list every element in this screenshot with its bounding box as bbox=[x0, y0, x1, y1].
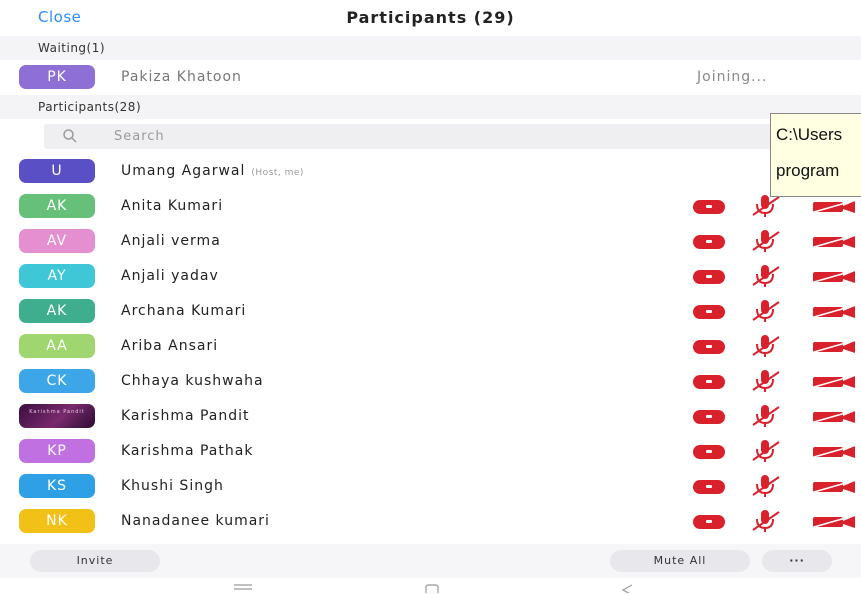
participant-name: Nanadanee kumari bbox=[121, 513, 270, 529]
search-input[interactable] bbox=[114, 127, 714, 145]
participant-name: Karishma Pathak bbox=[121, 443, 254, 459]
more-button[interactable]: ··· bbox=[762, 550, 832, 572]
tooltip-line-1: C:\Users bbox=[776, 125, 843, 144]
tooltip-line-2: program bbox=[776, 161, 840, 180]
bottom-toolbar: Invite Mute All ··· bbox=[0, 544, 861, 578]
participant-row[interactable]: Karishma Pandit Karishma Pandit bbox=[0, 399, 861, 434]
muted-mic-icon[interactable] bbox=[747, 508, 783, 534]
video-off-icon[interactable] bbox=[810, 478, 861, 494]
alert-badge-icon bbox=[693, 305, 725, 319]
participants-section-header: Participants(28) bbox=[0, 95, 861, 119]
alert-badge-icon bbox=[693, 445, 725, 459]
video-off-icon[interactable] bbox=[810, 303, 861, 319]
muted-mic-icon[interactable] bbox=[747, 228, 783, 254]
home-nav-icon[interactable] bbox=[425, 584, 439, 593]
participant-name: Anjali yadav bbox=[121, 268, 219, 284]
participant-row[interactable]: NK Nanadanee kumari bbox=[0, 504, 861, 539]
mute-all-button[interactable]: Mute All bbox=[610, 550, 750, 572]
video-off-icon[interactable] bbox=[810, 198, 861, 214]
alert-badge-icon bbox=[693, 375, 725, 389]
avatar: AA bbox=[19, 334, 95, 358]
video-off-icon[interactable] bbox=[810, 513, 861, 529]
host-role-label: (Host, me) bbox=[251, 168, 304, 178]
video-off-icon[interactable] bbox=[810, 373, 861, 389]
avatar: AV bbox=[19, 229, 95, 253]
participant-row[interactable]: AA Ariba Ansari bbox=[0, 329, 861, 364]
video-off-icon[interactable] bbox=[810, 338, 861, 354]
alert-badge-icon bbox=[693, 340, 725, 354]
participant-row[interactable]: CK Chhaya kushwaha bbox=[0, 364, 861, 399]
participant-row-host[interactable]: U Umang Agarwal (Host, me) bbox=[0, 154, 861, 189]
avatar-photo: Karishma Pandit bbox=[19, 404, 95, 428]
video-off-icon[interactable] bbox=[810, 268, 861, 284]
video-off-icon[interactable] bbox=[810, 408, 861, 424]
participant-row[interactable]: KS Khushi Singh bbox=[0, 469, 861, 504]
avatar: U bbox=[19, 159, 95, 183]
avatar: CK bbox=[19, 369, 95, 393]
back-nav-icon[interactable] bbox=[620, 584, 634, 593]
participant-name: Ariba Ansari bbox=[121, 338, 219, 354]
muted-mic-icon[interactable] bbox=[747, 438, 783, 464]
muted-mic-icon[interactable] bbox=[747, 333, 783, 359]
avatar: PK bbox=[19, 65, 95, 89]
path-tooltip: C:\Users program bbox=[770, 113, 861, 197]
muted-mic-icon[interactable] bbox=[747, 368, 783, 394]
participant-name: Umang Agarwal (Host, me) bbox=[121, 163, 304, 179]
avatar: AK bbox=[19, 299, 95, 323]
participant-row[interactable]: AK Archana Kumari bbox=[0, 294, 861, 329]
participant-row[interactable]: KP Karishma Pathak bbox=[0, 434, 861, 469]
participant-name: Karishma Pandit bbox=[121, 408, 250, 424]
participant-name: Pakiza Khatoon bbox=[121, 69, 242, 85]
invite-button[interactable]: Invite bbox=[30, 550, 160, 572]
alert-badge-icon bbox=[693, 480, 725, 494]
video-off-icon[interactable] bbox=[810, 443, 861, 459]
participants-section-label: Participants(28) bbox=[38, 100, 142, 114]
participant-name: Khushi Singh bbox=[121, 478, 224, 494]
menu-nav-icon[interactable] bbox=[232, 584, 254, 593]
participant-row[interactable]: AK Anita Kumari bbox=[0, 189, 861, 224]
participant-name: Archana Kumari bbox=[121, 303, 247, 319]
alert-badge-icon bbox=[693, 235, 725, 249]
host-name: Umang Agarwal bbox=[121, 163, 246, 179]
joining-status: Joining... bbox=[697, 69, 768, 85]
system-nav-bar bbox=[0, 578, 861, 594]
waiting-section-label: Waiting(1) bbox=[38, 41, 106, 55]
avatar: KS bbox=[19, 474, 95, 498]
alert-badge-icon bbox=[693, 200, 725, 214]
alert-badge-icon bbox=[693, 515, 725, 529]
participant-name: Chhaya kushwaha bbox=[121, 373, 264, 389]
avatar: KP bbox=[19, 439, 95, 463]
close-button[interactable]: Close bbox=[38, 8, 81, 26]
participant-name: Anita Kumari bbox=[121, 198, 224, 214]
participant-name: Anjali verma bbox=[121, 233, 221, 249]
avatar: AY bbox=[19, 264, 95, 288]
muted-mic-icon[interactable] bbox=[747, 263, 783, 289]
header-bar: Participants (29) Close bbox=[0, 0, 861, 36]
waiting-row[interactable]: PK Pakiza Khatoon Joining... bbox=[0, 60, 861, 95]
video-off-icon[interactable] bbox=[810, 233, 861, 249]
waiting-section-header: Waiting(1) bbox=[0, 36, 861, 60]
alert-badge-icon bbox=[693, 270, 725, 284]
search-icon bbox=[63, 129, 77, 143]
search-bar[interactable] bbox=[44, 124, 861, 149]
muted-mic-icon[interactable] bbox=[747, 403, 783, 429]
muted-mic-icon[interactable] bbox=[747, 473, 783, 499]
page-title: Participants (29) bbox=[346, 8, 515, 27]
muted-mic-icon[interactable] bbox=[747, 298, 783, 324]
alert-badge-icon bbox=[693, 410, 725, 424]
participant-row[interactable]: AY Anjali yadav bbox=[0, 259, 861, 294]
avatar: AK bbox=[19, 194, 95, 218]
avatar: NK bbox=[19, 509, 95, 533]
participant-row[interactable]: AV Anjali verma bbox=[0, 224, 861, 259]
